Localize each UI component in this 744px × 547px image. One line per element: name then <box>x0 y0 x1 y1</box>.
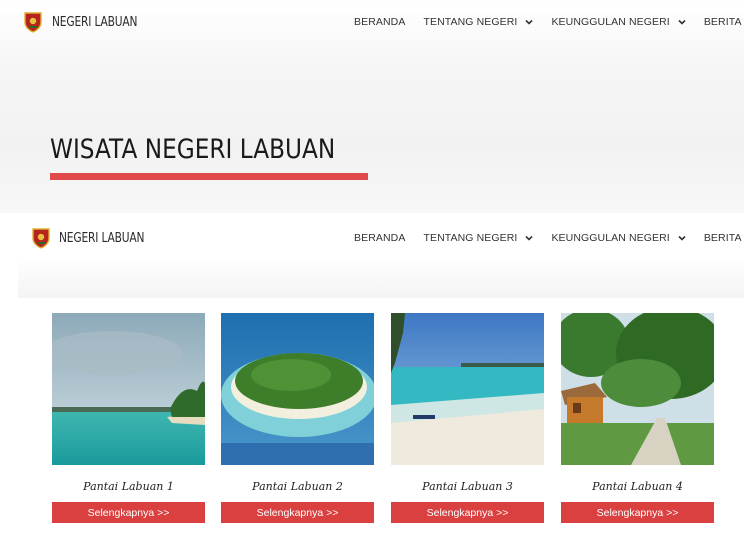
gallery-card: Pantai Labuan 2 Selengkapnya >> <box>221 313 374 523</box>
read-more-button[interactable]: Selengkapnya >> <box>561 502 714 523</box>
coat-of-arms-logo[interactable] <box>32 227 50 249</box>
card-caption: Pantai Labuan 1 <box>83 480 174 493</box>
read-more-button[interactable]: Selengkapnya >> <box>391 502 544 523</box>
menu-label: BERITA <box>703 232 742 244</box>
page-title: WISATA NEGERI LABUAN <box>50 134 336 165</box>
section-band <box>18 256 744 298</box>
sticky-navbar: NEGERI LABUAN BERANDA TENTANG NEGERI KEU… <box>0 220 744 256</box>
chevron-down-icon <box>525 235 534 241</box>
gallery-card: Pantai Labuan 4 Selengkapnya >> <box>561 313 714 523</box>
main-menu: BERANDA TENTANG NEGERI KEUNGGULAN NEGERI… <box>354 16 744 28</box>
menu-label: BERITA <box>703 16 742 28</box>
beach-photo[interactable] <box>52 313 205 465</box>
title-underline <box>50 173 368 180</box>
read-more-button[interactable]: Selengkapnya >> <box>221 502 374 523</box>
menu-item-keunggulan-negeri[interactable]: KEUNGGULAN NEGERI <box>551 16 686 28</box>
village-path-photo[interactable] <box>561 313 714 465</box>
menu-item-beranda[interactable]: BERANDA <box>354 232 405 244</box>
menu-label: TENTANG NEGERI <box>423 232 518 244</box>
brand-name[interactable]: NEGERI LABUAN <box>59 231 145 246</box>
gallery-card: Pantai Labuan 3 Selengkapnya >> <box>391 313 544 523</box>
menu-item-berita[interactable]: BERITA <box>704 16 742 28</box>
chevron-down-icon <box>678 235 686 241</box>
menu-label: KEUNGGULAN NEGERI <box>551 16 670 28</box>
coat-of-arms-logo[interactable] <box>24 11 42 33</box>
menu-item-beranda[interactable]: BERANDA <box>354 16 405 28</box>
island-photo[interactable] <box>221 313 374 465</box>
card-caption: Pantai Labuan 3 <box>422 480 513 493</box>
main-menu: BERANDA TENTANG NEGERI KEUNGGULAN NEGERI… <box>354 232 744 244</box>
menu-item-tentang-negeri[interactable]: TENTANG NEGERI <box>423 232 534 244</box>
chevron-down-icon <box>678 19 686 25</box>
menu-label: BERANDA <box>354 16 406 28</box>
read-more-button[interactable]: Selengkapnya >> <box>52 502 205 523</box>
menu-label: TENTANG NEGERI <box>423 16 518 28</box>
brand-name[interactable]: NEGERI LABUAN <box>52 15 138 30</box>
card-caption: Pantai Labuan 2 <box>252 480 343 493</box>
menu-item-berita[interactable]: BERITA <box>704 232 742 244</box>
card-caption: Pantai Labuan 4 <box>592 480 683 493</box>
menu-item-keunggulan-negeri[interactable]: KEUNGGULAN NEGERI <box>551 232 686 244</box>
gallery-card: Pantai Labuan 1 Selengkapnya >> <box>52 313 205 523</box>
chevron-down-icon <box>525 19 534 25</box>
menu-label: BERANDA <box>354 232 406 244</box>
top-navbar: NEGERI LABUAN BERANDA TENTANG NEGERI KEU… <box>0 4 744 40</box>
menu-label: KEUNGGULAN NEGERI <box>551 232 670 244</box>
shoreline-photo[interactable] <box>391 313 544 465</box>
menu-item-tentang-negeri[interactable]: TENTANG NEGERI <box>423 16 534 28</box>
